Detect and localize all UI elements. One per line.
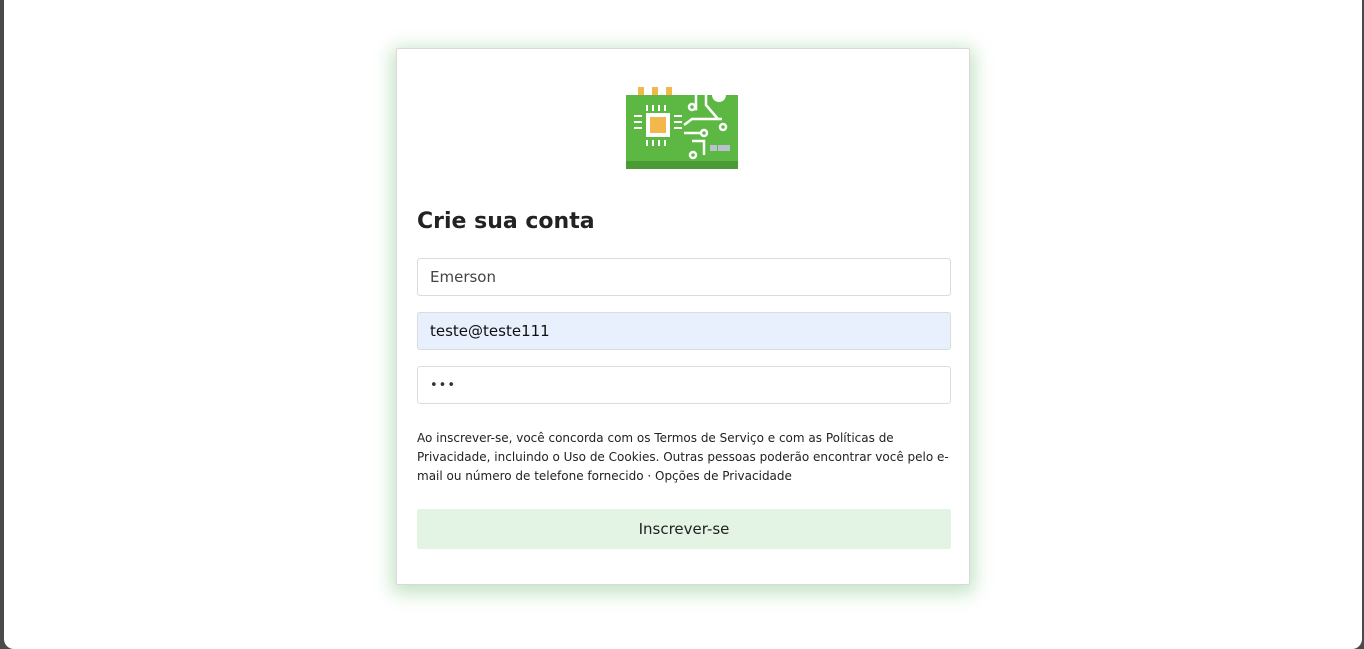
- signup-card: Crie sua conta Ao inscrever-se, você con…: [396, 48, 970, 585]
- password-input[interactable]: [417, 366, 951, 404]
- circuit-board-icon: [626, 87, 738, 169]
- page-title: Crie sua conta: [417, 209, 595, 234]
- app-window: Crie sua conta Ao inscrever-se, você con…: [4, 0, 1362, 649]
- terms-text: Ao inscrever-se, você concorda com os Te…: [417, 431, 949, 483]
- email-input[interactable]: [417, 312, 951, 350]
- name-input[interactable]: [417, 258, 951, 296]
- signup-button[interactable]: Inscrever-se: [417, 509, 951, 549]
